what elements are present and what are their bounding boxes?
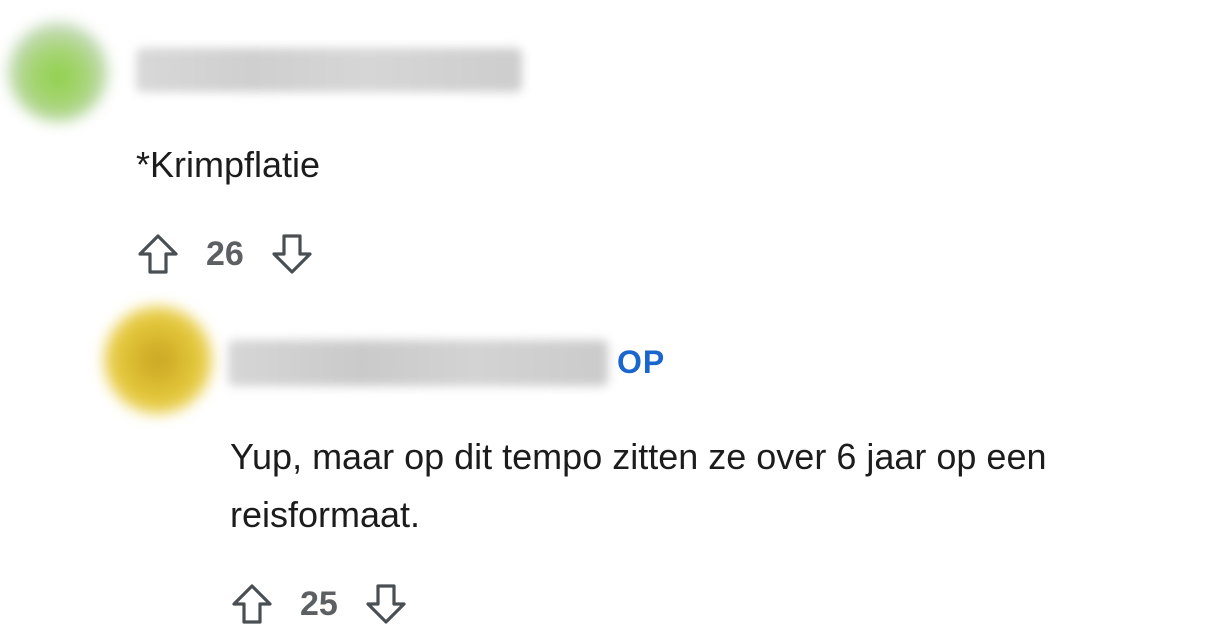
arrow-down-outline-icon — [366, 584, 406, 624]
vote-bar: 26 — [136, 232, 314, 276]
avatar[interactable] — [104, 306, 212, 414]
arrow-down-outline-icon — [272, 234, 312, 274]
vote-bar: 25 — [230, 582, 408, 626]
vote-count: 25 — [300, 585, 338, 623]
upvote-button[interactable] — [230, 582, 274, 626]
arrow-up-outline-icon — [232, 584, 272, 624]
downvote-button[interactable] — [270, 232, 314, 276]
arrow-up-outline-icon — [138, 234, 178, 274]
avatar[interactable] — [8, 22, 108, 122]
vote-count: 26 — [206, 235, 244, 273]
downvote-button[interactable] — [364, 582, 408, 626]
op-badge: OP — [617, 344, 666, 380]
comment-body: Yup, maar op dit tempo zitten ze over 6 … — [230, 436, 1047, 535]
username-redacted[interactable] — [228, 340, 608, 386]
comment-body: *Krimpflatie — [136, 144, 321, 185]
username-redacted[interactable] — [136, 48, 522, 92]
upvote-button[interactable] — [136, 232, 180, 276]
